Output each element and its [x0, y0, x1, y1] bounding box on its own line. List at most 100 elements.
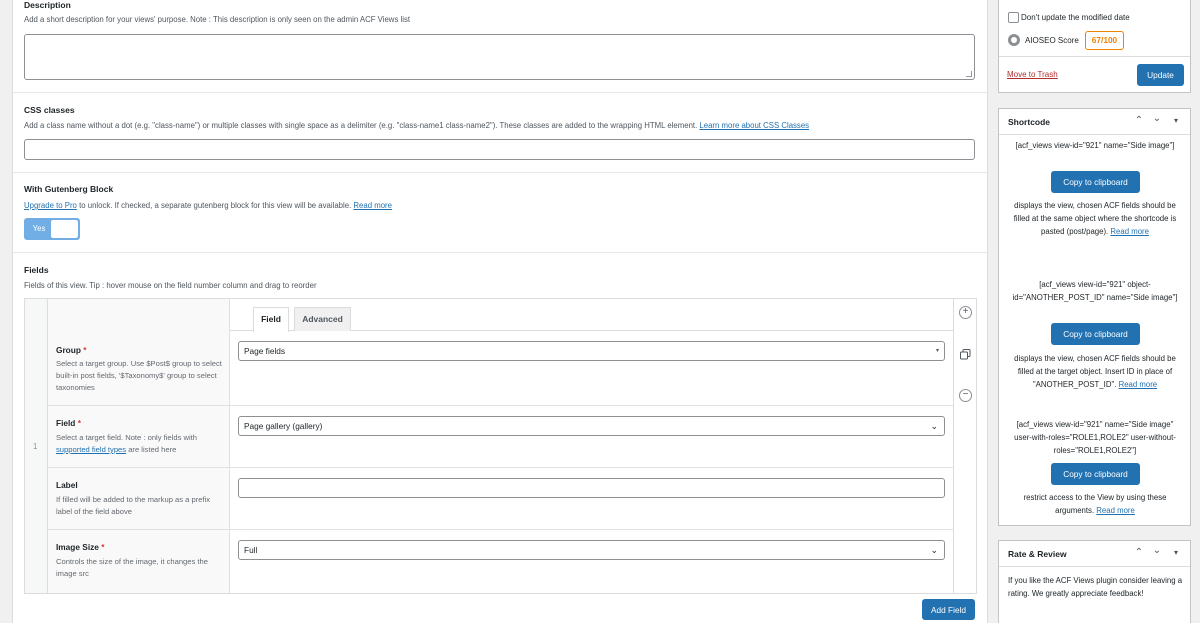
image-size-label-text: Image Size	[56, 542, 99, 552]
shortcode-read-more-link[interactable]: Read more	[1096, 506, 1135, 515]
main-panel: Description Add a short description for …	[12, 0, 988, 623]
gutenberg-read-more-link[interactable]: Read more	[353, 201, 392, 210]
gutenberg-help-text: to unlock. If checked, a separate gutenb…	[79, 201, 352, 210]
toggle-knob	[51, 220, 78, 238]
fields-help: Fields of this view. Tip : hover mouse o…	[24, 281, 317, 290]
shortcode-desc-text: displays the view, chosen ACF fields sho…	[1013, 201, 1177, 236]
gutenberg-section: With Gutenberg Block Upgrade to Pro to u…	[13, 173, 987, 253]
upgrade-to-pro-link[interactable]: Upgrade to Pro	[24, 201, 77, 210]
chevron-up-icon[interactable]: ⌃	[1132, 115, 1146, 126]
required-marker: *	[83, 345, 87, 355]
label-input[interactable]	[238, 478, 945, 498]
copy-to-clipboard-button[interactable]: Copy to clipboard	[1051, 323, 1140, 345]
aioseo-score-badge[interactable]: 67/100	[1085, 31, 1124, 50]
image-size-label-col: Image Size * Controls the size of the im…	[48, 530, 230, 593]
triangle-down-icon: ▾	[935, 348, 939, 354]
css-classes-help: Add a class name without a dot (e.g. "cl…	[24, 121, 809, 130]
rate-review-header: Rate & Review ⌃ ⌄ ▾	[999, 541, 1190, 567]
row-actions: + −	[953, 299, 976, 593]
rate-review-text: If you like the ACF Views plugin conside…	[1008, 576, 1183, 598]
publish-divider	[999, 56, 1190, 57]
description-title: Description	[24, 0, 71, 10]
rate-review-box: Rate & Review ⌃ ⌄ ▾ If you like the ACF …	[998, 540, 1191, 623]
chevron-down-icon: ⌄	[930, 545, 938, 555]
triangle-toggle-icon[interactable]: ▾	[1169, 548, 1183, 557]
row-order-handle[interactable]: 1	[25, 299, 48, 593]
chevron-down-icon: ⌄	[930, 421, 938, 431]
css-classes-section: CSS classes Add a class name without a d…	[13, 93, 987, 173]
shortcode-code: [acf_views view-id="921" name="Side imag…	[1014, 420, 1176, 455]
aioseo-gear-icon	[1008, 34, 1020, 46]
dont-update-label: Don't update the modified date	[1021, 13, 1130, 22]
image-size-select-value: Full	[244, 545, 258, 555]
resize-handle[interactable]	[966, 71, 972, 77]
label-row: Label If filled will be added to the mar…	[48, 468, 954, 530]
triangle-toggle-icon[interactable]: ▾	[1169, 116, 1183, 125]
shortcode-header: Shortcode ⌃ ⌄ ▾	[999, 109, 1190, 135]
add-field-button[interactable]: Add Field	[922, 599, 975, 620]
gutenberg-toggle[interactable]: Yes	[24, 218, 80, 240]
field-help-text: Select a target field. Note : only field…	[56, 433, 197, 442]
gutenberg-help: Upgrade to Pro to unlock. If checked, a …	[24, 201, 392, 210]
group-select[interactable]: Page fields ▾	[238, 341, 945, 361]
description-help: Add a short description for your views' …	[24, 15, 411, 24]
image-size-help: Controls the size of the image, it chang…	[56, 557, 208, 578]
shortcode-box: Shortcode ⌃ ⌄ ▾ [acf_views view-id="921"…	[998, 108, 1191, 526]
css-classes-input[interactable]	[24, 139, 975, 160]
field-select-row: Field * Select a target field. Note : on…	[48, 406, 954, 468]
update-button[interactable]: Update	[1137, 64, 1184, 86]
label-label-col: Label If filled will be added to the mar…	[48, 468, 230, 529]
required-marker: *	[101, 542, 105, 552]
group-label-text: Group	[56, 345, 81, 355]
image-size-row: Image Size * Controls the size of the im…	[48, 530, 954, 593]
tabs-spacer	[48, 299, 230, 331]
duplicate-icon[interactable]	[960, 349, 971, 360]
copy-to-clipboard-button[interactable]: Copy to clipboard	[1051, 171, 1140, 193]
dont-update-checkbox[interactable]	[1008, 12, 1019, 23]
field-row: Field Advanced Group * Select a target g…	[48, 299, 954, 593]
group-label-col: Group * Select a target group. Use $Post…	[48, 331, 230, 405]
row-number: 1	[33, 442, 38, 451]
group-select-value: Page fields	[244, 346, 286, 356]
field-help-suffix: are listed here	[128, 445, 177, 454]
group-row: Group * Select a target group. Use $Post…	[48, 331, 954, 406]
copy-to-clipboard-button[interactable]: Copy to clipboard	[1051, 463, 1140, 485]
shortcode-read-more-link[interactable]: Read more	[1110, 227, 1149, 236]
chevron-up-icon[interactable]: ⌃	[1132, 547, 1146, 558]
field-select-value: Page gallery (gallery)	[244, 421, 323, 431]
supported-field-types-link[interactable]: supported field types	[56, 445, 126, 454]
plus-circle-icon[interactable]: +	[959, 306, 972, 319]
field-tabs: Field Advanced	[48, 299, 954, 332]
required-marker: *	[77, 418, 81, 428]
shortcode-read-more-link[interactable]: Read more	[1119, 380, 1158, 389]
shortcode-desc: restrict access to the View by using the…	[1007, 491, 1183, 517]
aioseo-label: AIOSEO Score	[1025, 36, 1079, 45]
image-size-select[interactable]: Full ⌄	[238, 540, 945, 560]
minus-circle-icon[interactable]: −	[959, 389, 972, 402]
fields-title: Fields	[24, 265, 49, 275]
chevron-down-icon[interactable]: ⌄	[1150, 545, 1164, 556]
field-label: Field *	[56, 418, 81, 428]
gutenberg-title: With Gutenberg Block	[24, 184, 114, 194]
tab-field[interactable]: Field	[253, 307, 289, 332]
image-size-label: Image Size *	[56, 542, 104, 552]
css-classes-help-text: Add a class name without a dot (e.g. "cl…	[24, 121, 698, 130]
chevron-down-icon[interactable]: ⌄	[1150, 113, 1164, 124]
field-select[interactable]: Page gallery (gallery) ⌄	[238, 416, 945, 436]
shortcode-title: Shortcode	[1008, 117, 1051, 127]
description-textarea[interactable]	[24, 34, 975, 80]
shortcode-desc: displays the view, chosen ACF fields sho…	[1007, 352, 1183, 391]
group-help: Select a target group. Use $Post$ group …	[56, 359, 222, 392]
field-help: Select a target field. Note : only field…	[56, 432, 224, 456]
rate-review-title: Rate & Review	[1008, 549, 1067, 559]
label-help: If filled will be added to the markup as…	[56, 495, 211, 516]
group-label: Group *	[56, 345, 86, 355]
shortcode-desc-text: restrict access to the View by using the…	[1023, 493, 1167, 515]
shortcode-code: [acf_views view-id="921" object-id="ANOT…	[1012, 280, 1178, 302]
tab-advanced[interactable]: Advanced	[294, 307, 351, 331]
css-classes-learn-more-link[interactable]: Learn more about CSS Classes	[699, 121, 809, 130]
field-label-text: Field	[56, 418, 76, 428]
description-section: Description Add a short description for …	[13, 0, 987, 93]
move-to-trash-link[interactable]: Move to Trash	[1007, 70, 1058, 79]
shortcode-desc: displays the view, chosen ACF fields sho…	[1007, 199, 1183, 238]
